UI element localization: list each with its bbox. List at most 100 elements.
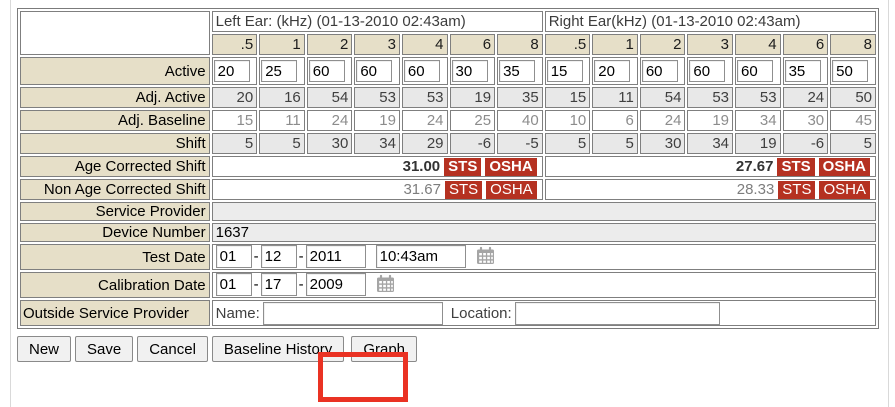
sts-badge: STS	[777, 158, 814, 176]
adj-active-right-6: 24	[783, 87, 829, 108]
calibration-date-cell: --	[212, 272, 876, 298]
age-corrected-right-value: 27.67	[736, 158, 774, 175]
frame-border-left	[10, 0, 11, 407]
cancel-button[interactable]: Cancel	[137, 336, 208, 362]
graph-button[interactable]: Graph	[351, 336, 417, 362]
freq-right-6: 6	[783, 34, 829, 55]
adj-baseline-right-8: 45	[830, 110, 876, 131]
freq-right-8: 8	[830, 34, 876, 55]
adj-baseline-left-3: 19	[354, 110, 400, 131]
osp-name-input[interactable]	[263, 302, 443, 325]
active-input-right-3[interactable]	[689, 60, 725, 82]
active-input-right-4[interactable]	[737, 60, 773, 82]
shift-right-8: 5	[830, 133, 876, 154]
test-date-row: Test Date --	[20, 244, 876, 270]
active-input-left-1[interactable]	[261, 60, 297, 82]
active-input-right-6[interactable]	[785, 60, 821, 82]
freq-left-4: 4	[402, 34, 448, 55]
freq-right-4: 4	[735, 34, 781, 55]
shift-label: Shift	[20, 133, 210, 154]
calibration-date-label: Calibration Date	[20, 272, 210, 298]
active-input-left-6[interactable]	[452, 60, 488, 82]
corner-cell	[20, 11, 210, 55]
adj-active-right-2: 54	[640, 87, 686, 108]
shift-right-3: 34	[687, 133, 733, 154]
baseline-history-button[interactable]: Baseline History	[212, 336, 344, 362]
freq-left-8: 8	[497, 34, 543, 55]
freq-right-3: 3	[687, 34, 733, 55]
calendar-icon[interactable]	[376, 280, 395, 297]
shift-left-4: 29	[402, 133, 448, 154]
audiogram-form: Left Ear: (kHz) (01-13-2010 02:43am) Rig…	[17, 8, 879, 362]
active-label: Active	[20, 57, 210, 85]
osha-badge: OSHA	[819, 181, 870, 199]
device-number-label: Device Number	[20, 223, 210, 242]
age-corrected-row: Age Corrected Shift 31.00STSOSHA 27.67ST…	[20, 156, 876, 177]
date-separator: -	[254, 276, 259, 293]
shift-left-05: 5	[212, 133, 258, 154]
adj-baseline-left-4: 24	[402, 110, 448, 131]
adj-active-right-8: 50	[830, 87, 876, 108]
outside-service-provider-row: Outside Service Provider Name:Location:	[20, 300, 876, 326]
shift-left-6: -6	[450, 133, 496, 154]
active-input-left-8[interactable]	[499, 60, 535, 82]
adj-active-left-6: 19	[450, 87, 496, 108]
active-input-right-2[interactable]	[642, 60, 678, 82]
test-date-day-input[interactable]	[261, 245, 297, 268]
freq-right-05: .5	[545, 34, 591, 55]
adj-active-right-05: 15	[545, 87, 591, 108]
shift-left-1: 5	[259, 133, 305, 154]
sts-badge: STS	[445, 181, 482, 199]
adj-active-left-05: 20	[212, 87, 258, 108]
calendar-icon[interactable]	[476, 252, 495, 269]
active-input-left-2[interactable]	[309, 60, 345, 82]
right-ear-header: Right Ear(kHz) (01-13-2010 02:43am)	[545, 11, 876, 32]
adj-active-right-3: 53	[687, 87, 733, 108]
calibration-year-input[interactable]	[306, 273, 366, 296]
adj-active-left-1: 16	[259, 87, 305, 108]
freq-right-2: 2	[640, 34, 686, 55]
calibration-month-input[interactable]	[216, 273, 252, 296]
left-ear-header: Left Ear: (kHz) (01-13-2010 02:43am)	[212, 11, 543, 32]
test-date-month-input[interactable]	[216, 245, 252, 268]
osp-location-input[interactable]	[515, 302, 720, 325]
active-input-left-4[interactable]	[404, 60, 440, 82]
calibration-date-row: Calibration Date --	[20, 272, 876, 298]
adj-active-left-8: 35	[497, 87, 543, 108]
osha-badge: OSHA	[486, 181, 537, 199]
non-age-corrected-left-cell: 31.67STSOSHA	[212, 179, 543, 200]
adj-active-left-2: 54	[307, 87, 353, 108]
active-input-right-8[interactable]	[832, 60, 868, 82]
non-age-corrected-right-value: 28.33	[737, 181, 775, 198]
outside-service-provider-cell: Name:Location:	[212, 300, 876, 326]
shift-right-4: 19	[735, 133, 781, 154]
new-button[interactable]: New	[17, 336, 71, 362]
shift-right-6: -6	[783, 133, 829, 154]
calibration-day-input[interactable]	[261, 273, 297, 296]
freq-left-2: 2	[307, 34, 353, 55]
active-input-right-05[interactable]	[547, 60, 583, 82]
adj-active-left-4: 53	[402, 87, 448, 108]
non-age-corrected-left-value: 31.67	[403, 181, 441, 198]
active-input-right-1[interactable]	[594, 60, 630, 82]
service-provider-value	[212, 202, 876, 221]
outside-service-provider-label: Outside Service Provider	[20, 300, 210, 326]
adj-baseline-right-3: 19	[687, 110, 733, 131]
age-corrected-left-value: 31.00	[403, 158, 441, 175]
date-separator: -	[254, 248, 259, 265]
shift-row: Shift 5 5 30 34 29 -6 -5 5 5 30 34 19 -6…	[20, 133, 876, 154]
adj-active-right-1: 11	[592, 87, 638, 108]
freq-left-3: 3	[354, 34, 400, 55]
adj-baseline-right-05: 10	[545, 110, 591, 131]
test-date-year-input[interactable]	[306, 245, 366, 268]
service-provider-row: Service Provider	[20, 202, 876, 221]
audiogram-table: Left Ear: (kHz) (01-13-2010 02:43am) Rig…	[17, 8, 879, 329]
osha-badge: OSHA	[485, 158, 536, 176]
adj-baseline-left-1: 11	[259, 110, 305, 131]
save-button[interactable]: Save	[75, 336, 133, 362]
freq-right-1: 1	[592, 34, 638, 55]
adj-baseline-left-2: 24	[307, 110, 353, 131]
active-input-left-05[interactable]	[214, 60, 250, 82]
test-time-input[interactable]	[376, 245, 466, 268]
active-input-left-3[interactable]	[356, 60, 392, 82]
